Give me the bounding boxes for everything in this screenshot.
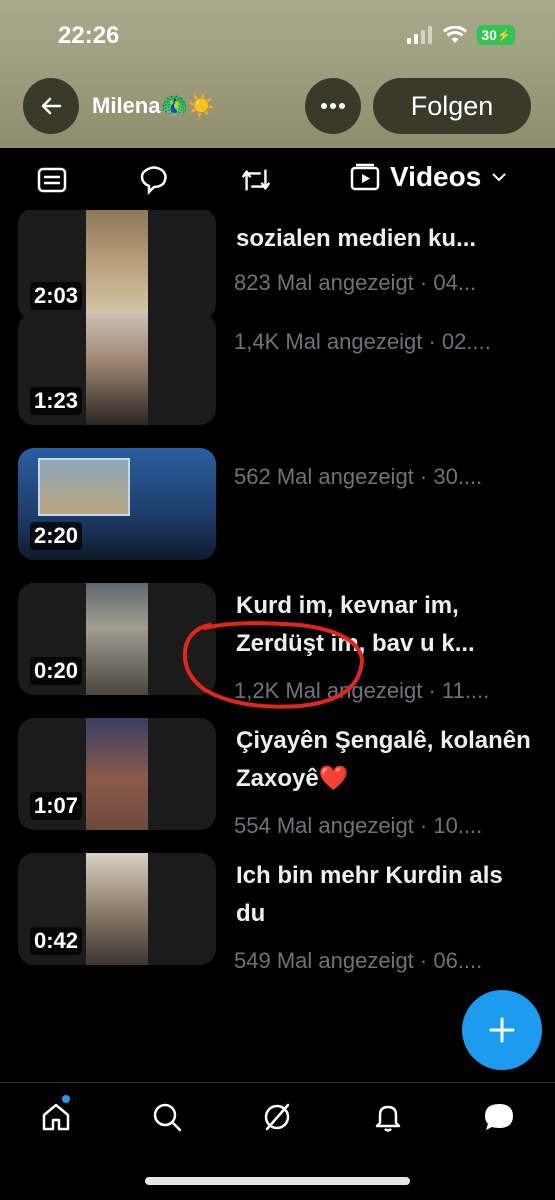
notification-dot xyxy=(62,1095,70,1103)
more-icon xyxy=(321,103,345,109)
video-title[interactable]: Kurd im, kevnar im, Zerdüşt im, bav u k.… xyxy=(236,587,538,663)
video-meta: 823 Mal angezeigt · 04... xyxy=(234,270,477,295)
more-button[interactable] xyxy=(305,78,361,134)
signal-icon xyxy=(407,26,432,44)
video-thumbnail[interactable]: 0:20 xyxy=(18,583,216,695)
follow-button[interactable]: Folgen xyxy=(373,78,531,134)
articles-icon xyxy=(37,167,67,193)
video-thumbnail[interactable]: 1:23 xyxy=(18,313,216,425)
nav-search[interactable] xyxy=(149,1099,185,1135)
repost-icon xyxy=(241,169,271,191)
tab-reposts[interactable] xyxy=(240,164,272,196)
video-title[interactable]: Çiyayên Şengalê, kolanên Zaxoyê❤️ xyxy=(236,722,538,798)
video-duration: 0:20 xyxy=(30,657,83,685)
video-meta: 549 Mal angezeigt · 06.... xyxy=(234,948,483,973)
thumbnail-image xyxy=(86,313,148,425)
plus-icon xyxy=(489,1017,515,1043)
video-thumbnail[interactable]: 2:03 xyxy=(18,210,216,320)
profile-name: Milena🦚☀️ xyxy=(92,93,216,118)
chevron-down-icon xyxy=(492,173,507,182)
home-indicator xyxy=(145,1177,410,1185)
nav-notifications[interactable] xyxy=(370,1099,406,1135)
video-duration: 2:03 xyxy=(30,282,83,310)
video-thumbnail[interactable]: 0:42 xyxy=(18,853,216,965)
battery-icon: 30 ⚡ xyxy=(477,25,515,45)
back-button[interactable] xyxy=(23,78,79,134)
video-list: 2:03 sozialen medien ku... 823 Mal angez… xyxy=(0,210,555,1082)
nav-home[interactable] xyxy=(38,1099,74,1135)
thumbnail-image xyxy=(38,458,130,516)
grok-icon xyxy=(264,1103,290,1131)
video-duration: 1:23 xyxy=(30,387,83,415)
tab-articles[interactable] xyxy=(36,164,68,196)
status-icons: 30 ⚡ xyxy=(407,25,515,45)
video-meta: 562 Mal angezeigt · 30.... xyxy=(234,464,483,489)
video-item[interactable]: 0:42 Ich bin mehr Kurdin als du 549 Mal … xyxy=(18,853,538,973)
video-meta: 1,2K Mal angezeigt · 11.... xyxy=(234,678,490,703)
chat-icon xyxy=(485,1104,513,1130)
profile-header: 22:26 30 ⚡ Milena🦚☀️ Folgen xyxy=(0,0,555,148)
video-item[interactable]: 1:07 Çiyayên Şengalê, kolanên Zaxoyê❤️ 5… xyxy=(18,718,538,838)
reply-icon xyxy=(140,166,167,195)
video-duration: 1:07 xyxy=(30,792,83,820)
thumbnail-image xyxy=(86,210,148,320)
bell-icon xyxy=(375,1105,401,1132)
video-item[interactable]: 2:20 562 Mal angezeigt · 30.... xyxy=(18,448,538,560)
video-thumbnail[interactable]: 2:20 xyxy=(18,448,216,560)
status-time: 22:26 xyxy=(58,22,120,49)
thumbnail-image xyxy=(86,583,148,695)
video-icon xyxy=(350,163,380,191)
video-thumbnail[interactable]: 1:07 xyxy=(18,718,216,830)
content-tabs: Videos xyxy=(0,148,555,210)
video-duration: 0:42 xyxy=(30,927,83,955)
nav-grok[interactable] xyxy=(259,1099,295,1135)
video-item[interactable]: 0:20 Kurd im, kevnar im, Zerdüşt im, bav… xyxy=(18,583,538,703)
video-duration: 2:20 xyxy=(30,522,83,550)
wifi-icon xyxy=(443,26,467,43)
video-title[interactable]: Ich bin mehr Kurdin als du xyxy=(236,857,538,933)
home-icon xyxy=(42,1103,70,1131)
battery-level: 30 xyxy=(481,27,497,43)
thumbnail-image xyxy=(86,853,148,965)
nav-messages[interactable] xyxy=(481,1099,517,1135)
tab-videos[interactable]: Videos xyxy=(350,161,507,193)
tab-replies[interactable] xyxy=(138,164,170,196)
compose-button[interactable] xyxy=(462,990,542,1070)
search-icon xyxy=(153,1103,182,1132)
tab-videos-label: Videos xyxy=(390,161,482,192)
video-meta: 554 Mal angezeigt · 10.... xyxy=(234,813,483,838)
arrow-left-icon xyxy=(41,97,62,115)
video-title[interactable]: sozialen medien ku... xyxy=(236,220,538,258)
thumbnail-image xyxy=(86,718,148,830)
video-item[interactable]: 2:03 sozialen medien ku... 823 Mal angez… xyxy=(18,210,538,320)
video-meta: 1,4K Mal angezeigt · 02.... xyxy=(234,329,491,354)
video-item[interactable]: 1:23 1,4K Mal angezeigt · 02.... xyxy=(18,313,538,425)
